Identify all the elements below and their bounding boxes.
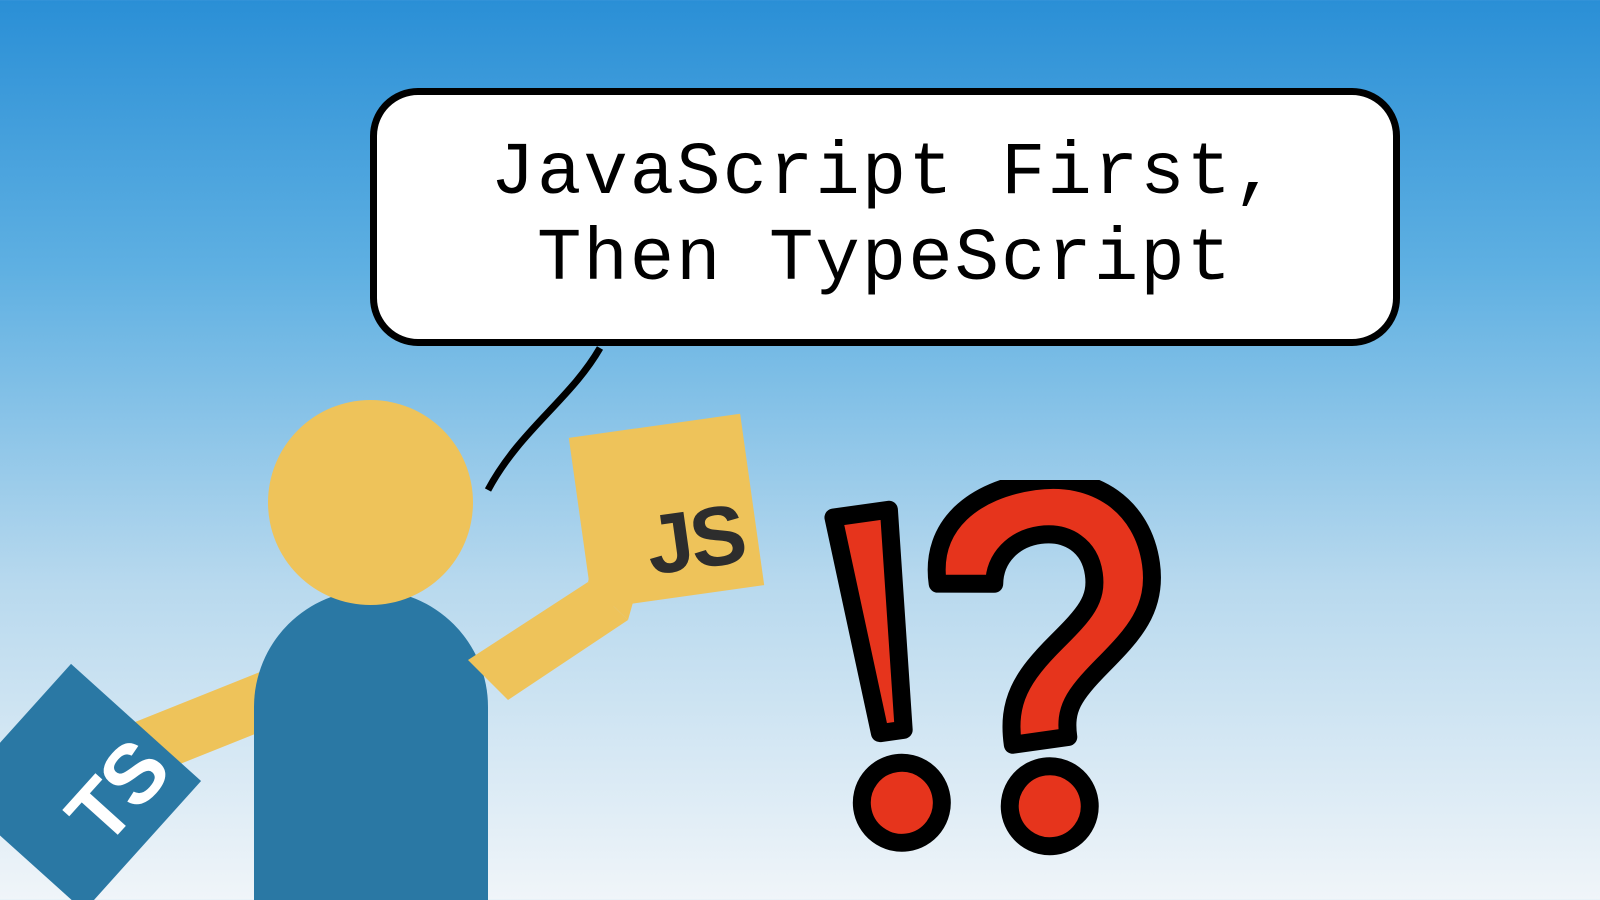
speech-line-1: JavaScript First, (491, 132, 1280, 216)
interrobang-icon (760, 480, 1180, 860)
speech-bubble: JavaScript First, Then TypeScript (370, 88, 1400, 346)
ts-card-label: TS (47, 723, 187, 863)
character-head (268, 400, 473, 605)
character-torso (254, 590, 488, 900)
js-card: JS (569, 414, 764, 609)
ts-card: TS (0, 664, 201, 900)
speech-line-2: Then TypeScript (537, 218, 1233, 302)
js-card-label: JS (640, 485, 749, 595)
